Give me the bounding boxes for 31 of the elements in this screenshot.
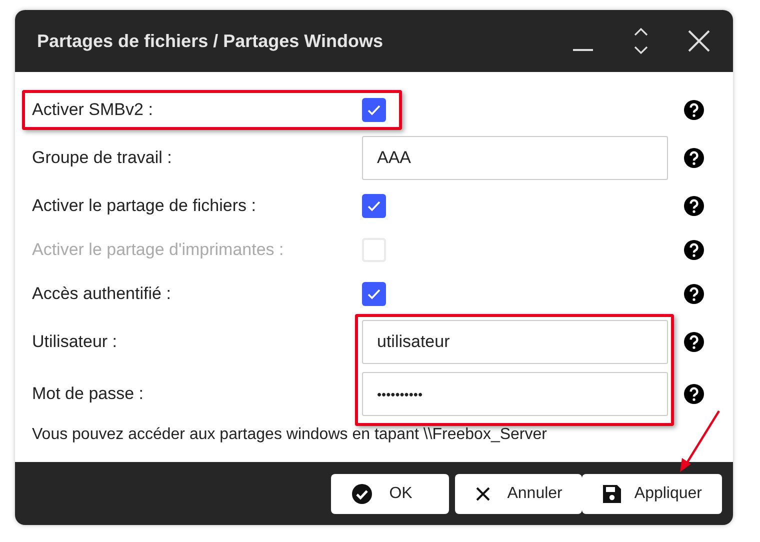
apply-button[interactable]: Appliquer (582, 474, 722, 514)
field-label: Accès authentifié : (32, 284, 171, 304)
help-icon[interactable] (684, 284, 704, 304)
checkbox[interactable] (362, 194, 386, 218)
help-icon[interactable] (684, 332, 704, 352)
chevrons-icon (633, 26, 649, 56)
field-label: Mot de passe : (32, 384, 144, 404)
input-field[interactable]: AAA (362, 136, 668, 180)
password-field[interactable]: •••••••••• (362, 372, 668, 416)
minimize-icon (573, 49, 593, 51)
help-icon[interactable] (684, 196, 704, 216)
help-icon[interactable] (684, 100, 704, 120)
window-title: Partages de fichiers / Partages Windows (37, 30, 384, 52)
help-icon[interactable] (684, 240, 704, 260)
close-icon (475, 486, 492, 502)
field-label: Groupe de travail : (32, 148, 172, 168)
hint-text: Vous pouvez accéder aux partages windows en tapant \\Freebox_Server (31, 425, 547, 445)
check-circle-icon (351, 482, 374, 504)
field-label: Utilisateur : (32, 332, 118, 352)
ok-button[interactable]: OK (331, 474, 450, 514)
help-icon[interactable] (684, 384, 704, 404)
cancel-button[interactable]: Annuler (455, 474, 582, 514)
field-label: Activer le partage de fichiers : (32, 196, 256, 216)
checkbox[interactable] (362, 98, 386, 122)
save-icon (602, 484, 622, 504)
help-icon[interactable] (684, 148, 704, 168)
field-label: Activer le partage d'imprimantes : (32, 240, 284, 260)
close-icon (687, 29, 711, 53)
input-field[interactable]: utilisateur (362, 320, 668, 364)
field-label: Activer SMBv2 : (32, 100, 153, 120)
checkbox[interactable] (362, 282, 386, 306)
